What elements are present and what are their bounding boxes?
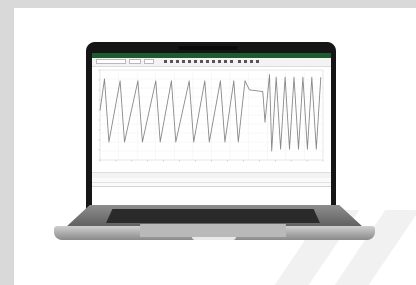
toolbar-button[interactable] bbox=[238, 60, 241, 63]
toolbar-button[interactable] bbox=[224, 60, 227, 63]
grid-data-row[interactable] bbox=[92, 182, 331, 186]
toolbar-button[interactable] bbox=[256, 60, 259, 63]
toolbar-button[interactable] bbox=[212, 60, 215, 63]
toolbar-button[interactable] bbox=[218, 60, 221, 63]
camera-notch bbox=[178, 46, 238, 50]
toolbar-button[interactable] bbox=[188, 60, 191, 63]
toolbar-button[interactable] bbox=[170, 60, 173, 63]
toolbar-button[interactable] bbox=[244, 60, 247, 63]
toolbar-button[interactable] bbox=[250, 60, 253, 63]
toolbar-button[interactable] bbox=[176, 60, 179, 63]
toolbar-button[interactable] bbox=[206, 60, 209, 63]
toolbar-field[interactable] bbox=[96, 59, 126, 64]
toolbar-button[interactable] bbox=[182, 60, 185, 63]
toolbar-field[interactable] bbox=[144, 59, 154, 64]
marketing-image bbox=[0, 0, 416, 285]
toolbar-button[interactable] bbox=[230, 60, 233, 63]
hinge-notch bbox=[192, 237, 236, 240]
channel-grid bbox=[92, 178, 331, 187]
trackpad bbox=[140, 224, 286, 237]
waveform-chart bbox=[92, 66, 331, 170]
toolbar-field[interactable] bbox=[129, 59, 141, 64]
toolbar-button[interactable] bbox=[164, 60, 167, 63]
laptop-screen bbox=[92, 53, 331, 227]
toolbar-button[interactable] bbox=[200, 60, 203, 63]
keyboard bbox=[106, 209, 320, 223]
toolbar-button[interactable] bbox=[194, 60, 197, 63]
waveform-chart-svg bbox=[98, 69, 324, 162]
